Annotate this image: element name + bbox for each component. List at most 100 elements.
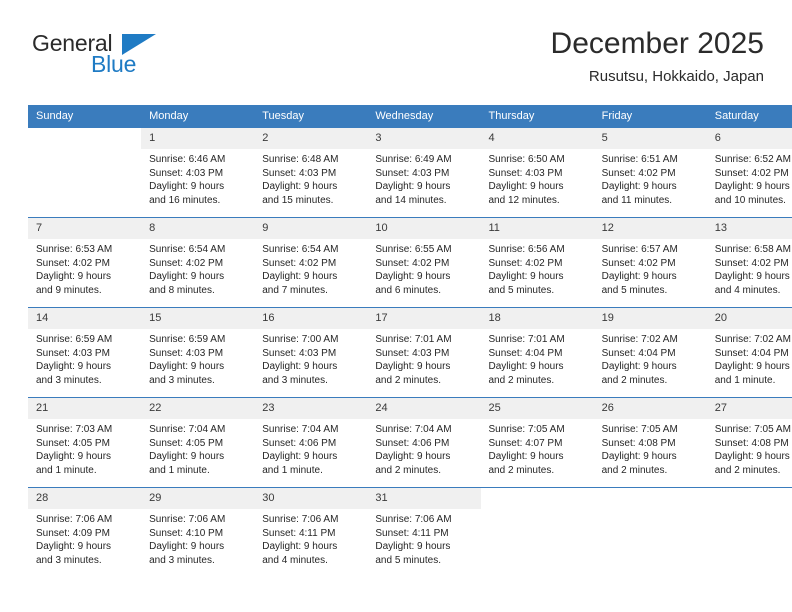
sunset-text: Sunset: 4:03 PM bbox=[488, 167, 563, 179]
calendar-day-cell[interactable]: 22 Sunrise: 7:04 AM Sunset: 4:05 PM Dayligh… bbox=[141, 397, 255, 488]
calendar-day-cell[interactable]: 2 Sunrise: 6:48 AM Sunset: 4:03 PM Daylight… bbox=[254, 127, 368, 218]
day-number: 13 bbox=[706, 218, 792, 239]
daylight-line2-text: and 5 minutes. bbox=[601, 284, 668, 296]
calendar-day-cell[interactable]: 20 Sunrise: 7:02 AM Sunset: 4:04 PM Dayligh… bbox=[706, 307, 792, 398]
day-info: Sunrise: 7:03 AM Sunset: 4:05 PM Daylight:… bbox=[28, 419, 141, 477]
calendar-day-cell[interactable]: 26 Sunrise: 7:05 AM Sunset: 4:08 PM Dayligh… bbox=[593, 397, 707, 488]
calendar-day-cell[interactable]: 9 Sunrise: 6:54 AM Sunset: 4:02 PM Daylight… bbox=[254, 217, 368, 308]
day-info: Sunrise: 6:51 AM Sunset: 4:02 PM Daylight:… bbox=[594, 149, 707, 207]
day-number: 5 bbox=[593, 128, 707, 149]
daylight-line1-text: Daylight: 9 hours bbox=[262, 451, 338, 462]
sunset-text: Sunset: 4:02 PM bbox=[36, 257, 110, 269]
daylight-line1-text: Daylight: 9 hours bbox=[714, 271, 790, 282]
weekday-header-wednesday: Wednesday bbox=[367, 105, 481, 128]
calendar-day-cell[interactable]: 23 Sunrise: 7:04 AM Sunset: 4:06 PM Dayligh… bbox=[254, 397, 368, 488]
weekday-header-tuesday: Tuesday bbox=[254, 105, 368, 128]
day-info: Sunrise: 7:05 AM Sunset: 4:07 PM Daylight:… bbox=[481, 419, 594, 477]
daylight-line1-text: Daylight: 9 hours bbox=[375, 361, 451, 372]
daylight-line2-text: and 1 minute. bbox=[714, 374, 776, 386]
calendar-day-cell[interactable]: 8 Sunrise: 6:54 AM Sunset: 4:02 PM Daylight… bbox=[141, 217, 255, 308]
page-title: December 2025 bbox=[550, 27, 764, 60]
sunrise-text: Sunrise: 7:05 AM bbox=[601, 424, 678, 435]
daylight-line2-text: and 2 minutes. bbox=[375, 374, 441, 386]
daylight-line2-text: and 2 minutes. bbox=[714, 464, 781, 476]
sunrise-text: Sunrise: 7:04 AM bbox=[262, 424, 339, 435]
daylight-line1-text: Daylight: 9 hours bbox=[375, 181, 451, 192]
sunset-text: Sunset: 4:03 PM bbox=[149, 167, 224, 179]
calendar-week-row: 21 Sunrise: 7:03 AM Sunset: 4:05 PM Dayligh… bbox=[28, 397, 792, 488]
calendar-body: 1 Sunrise: 6:46 AM Sunset: 4:03 PM Daylight… bbox=[28, 127, 792, 577]
daylight-line1-text: Daylight: 9 hours bbox=[149, 361, 225, 372]
sunrise-text: Sunrise: 7:00 AM bbox=[262, 334, 339, 345]
logo-text-blue: Blue bbox=[91, 51, 137, 77]
day-number: 14 bbox=[28, 308, 142, 329]
day-number: 3 bbox=[367, 128, 481, 149]
sunrise-text: Sunrise: 6:51 AM bbox=[601, 154, 678, 165]
daylight-line1-text: Daylight: 9 hours bbox=[36, 361, 112, 372]
daylight-line1-text: Daylight: 9 hours bbox=[601, 271, 677, 282]
sunset-text: Sunset: 4:04 PM bbox=[714, 347, 789, 359]
calendar-day-cell[interactable]: 15 Sunrise: 6:59 AM Sunset: 4:03 PM Dayligh… bbox=[141, 307, 255, 398]
daylight-line2-text: and 4 minutes. bbox=[262, 554, 328, 566]
calendar-day-cell[interactable]: 21 Sunrise: 7:03 AM Sunset: 4:05 PM Dayligh… bbox=[28, 397, 142, 488]
sunrise-text: Sunrise: 6:53 AM bbox=[36, 244, 113, 255]
calendar-day-cell[interactable]: 12 Sunrise: 6:57 AM Sunset: 4:02 PM Dayligh… bbox=[593, 217, 707, 308]
daylight-line1-text: Daylight: 9 hours bbox=[149, 181, 225, 192]
calendar-day-cell[interactable]: 11 Sunrise: 6:56 AM Sunset: 4:02 PM Dayligh… bbox=[480, 217, 594, 308]
sunrise-text: Sunrise: 6:55 AM bbox=[375, 244, 452, 255]
day-info: Sunrise: 7:06 AM Sunset: 4:11 PM Daylight:… bbox=[254, 509, 367, 567]
sunrise-text: Sunrise: 7:06 AM bbox=[149, 514, 226, 525]
calendar-day-cell[interactable]: 16 Sunrise: 7:00 AM Sunset: 4:03 PM Dayligh… bbox=[254, 307, 368, 398]
calendar-day-cell[interactable]: 24 Sunrise: 7:04 AM Sunset: 4:06 PM Dayligh… bbox=[367, 397, 481, 488]
daylight-line2-text: and 4 minutes. bbox=[714, 284, 781, 296]
sunrise-text: Sunrise: 7:04 AM bbox=[375, 424, 452, 435]
calendar-day-cell[interactable]: 19 Sunrise: 7:02 AM Sunset: 4:04 PM Dayligh… bbox=[593, 307, 707, 398]
weekday-header-sunday: Sunday bbox=[28, 105, 142, 128]
calendar-day-cell[interactable]: 3 Sunrise: 6:49 AM Sunset: 4:03 PM Daylight… bbox=[367, 127, 481, 218]
day-info: Sunrise: 6:58 AM Sunset: 4:02 PM Daylight:… bbox=[707, 239, 792, 297]
calendar-day-cell[interactable]: 29 Sunrise: 7:06 AM Sunset: 4:10 PM Dayligh… bbox=[141, 487, 255, 577]
day-info: Sunrise: 7:04 AM Sunset: 4:06 PM Daylight:… bbox=[367, 419, 480, 477]
calendar-day-cell[interactable]: 25 Sunrise: 7:05 AM Sunset: 4:07 PM Dayligh… bbox=[480, 397, 594, 488]
generalblue-logo[interactable]: General Blue bbox=[28, 30, 188, 86]
page-subtitle: Rusutsu, Hokkaido, Japan bbox=[588, 68, 764, 85]
day-number: 10 bbox=[367, 218, 481, 239]
calendar-cell-empty bbox=[28, 127, 142, 218]
day-number: 21 bbox=[28, 398, 142, 419]
daylight-line2-text: and 3 minutes. bbox=[262, 374, 328, 386]
calendar-day-cell[interactable]: 31 Sunrise: 7:06 AM Sunset: 4:11 PM Dayligh… bbox=[367, 487, 481, 577]
day-info: Sunrise: 6:53 AM Sunset: 4:02 PM Daylight:… bbox=[28, 239, 141, 297]
sunset-text: Sunset: 4:03 PM bbox=[375, 347, 450, 359]
calendar-page: General Blue December 2025 Rusutsu, Hokk… bbox=[0, 0, 792, 612]
sunrise-text: Sunrise: 6:59 AM bbox=[36, 334, 113, 345]
calendar-day-cell[interactable]: 10 Sunrise: 6:55 AM Sunset: 4:02 PM Dayligh… bbox=[367, 217, 481, 308]
sunset-text: Sunset: 4:05 PM bbox=[36, 437, 110, 449]
daylight-line1-text: Daylight: 9 hours bbox=[375, 271, 451, 282]
day-number: 30 bbox=[254, 488, 368, 509]
weekday-header-monday: Monday bbox=[141, 105, 255, 128]
calendar-week-row: 1 Sunrise: 6:46 AM Sunset: 4:03 PM Daylight… bbox=[28, 127, 792, 218]
calendar-day-cell[interactable]: 17 Sunrise: 7:01 AM Sunset: 4:03 PM Dayligh… bbox=[367, 307, 481, 398]
calendar-day-cell[interactable]: 1 Sunrise: 6:46 AM Sunset: 4:03 PM Daylight… bbox=[141, 127, 255, 218]
calendar-day-cell[interactable]: 5 Sunrise: 6:51 AM Sunset: 4:02 PM Daylight… bbox=[593, 127, 707, 218]
calendar-day-cell[interactable]: 6 Sunrise: 6:52 AM Sunset: 4:02 PM Daylight… bbox=[706, 127, 792, 218]
calendar-day-cell[interactable]: 13 Sunrise: 6:58 AM Sunset: 4:02 PM Dayligh… bbox=[706, 217, 792, 308]
day-info: Sunrise: 7:06 AM Sunset: 4:11 PM Daylight:… bbox=[367, 509, 480, 567]
daylight-line1-text: Daylight: 9 hours bbox=[601, 361, 677, 372]
calendar-day-cell[interactable]: 7 Sunrise: 6:53 AM Sunset: 4:02 PM Daylight… bbox=[28, 217, 142, 308]
calendar-day-cell[interactable]: 27 Sunrise: 7:05 AM Sunset: 4:08 PM Dayligh… bbox=[706, 397, 792, 488]
sunrise-text: Sunrise: 6:50 AM bbox=[488, 154, 565, 165]
day-number bbox=[28, 128, 142, 149]
calendar-day-cell[interactable]: 30 Sunrise: 7:06 AM Sunset: 4:11 PM Dayligh… bbox=[254, 487, 368, 577]
calendar-day-cell[interactable]: 28 Sunrise: 7:06 AM Sunset: 4:09 PM Dayligh… bbox=[28, 487, 142, 577]
daylight-line2-text: and 5 minutes. bbox=[375, 554, 441, 566]
calendar-day-cell[interactable]: 14 Sunrise: 6:59 AM Sunset: 4:03 PM Dayligh… bbox=[28, 307, 142, 398]
day-number: 23 bbox=[254, 398, 368, 419]
calendar-day-cell[interactable]: 4 Sunrise: 6:50 AM Sunset: 4:03 PM Daylight… bbox=[480, 127, 594, 218]
day-number: 16 bbox=[254, 308, 368, 329]
daylight-line2-text: and 6 minutes. bbox=[375, 284, 441, 296]
calendar-day-cell[interactable]: 18 Sunrise: 7:01 AM Sunset: 4:04 PM Dayligh… bbox=[480, 307, 594, 398]
day-info: Sunrise: 7:01 AM Sunset: 4:03 PM Daylight:… bbox=[367, 329, 480, 387]
calendar-header-row: Sunday Monday Tuesday Wednesday Thursday Frid… bbox=[28, 105, 792, 128]
daylight-line1-text: Daylight: 9 hours bbox=[714, 451, 790, 462]
